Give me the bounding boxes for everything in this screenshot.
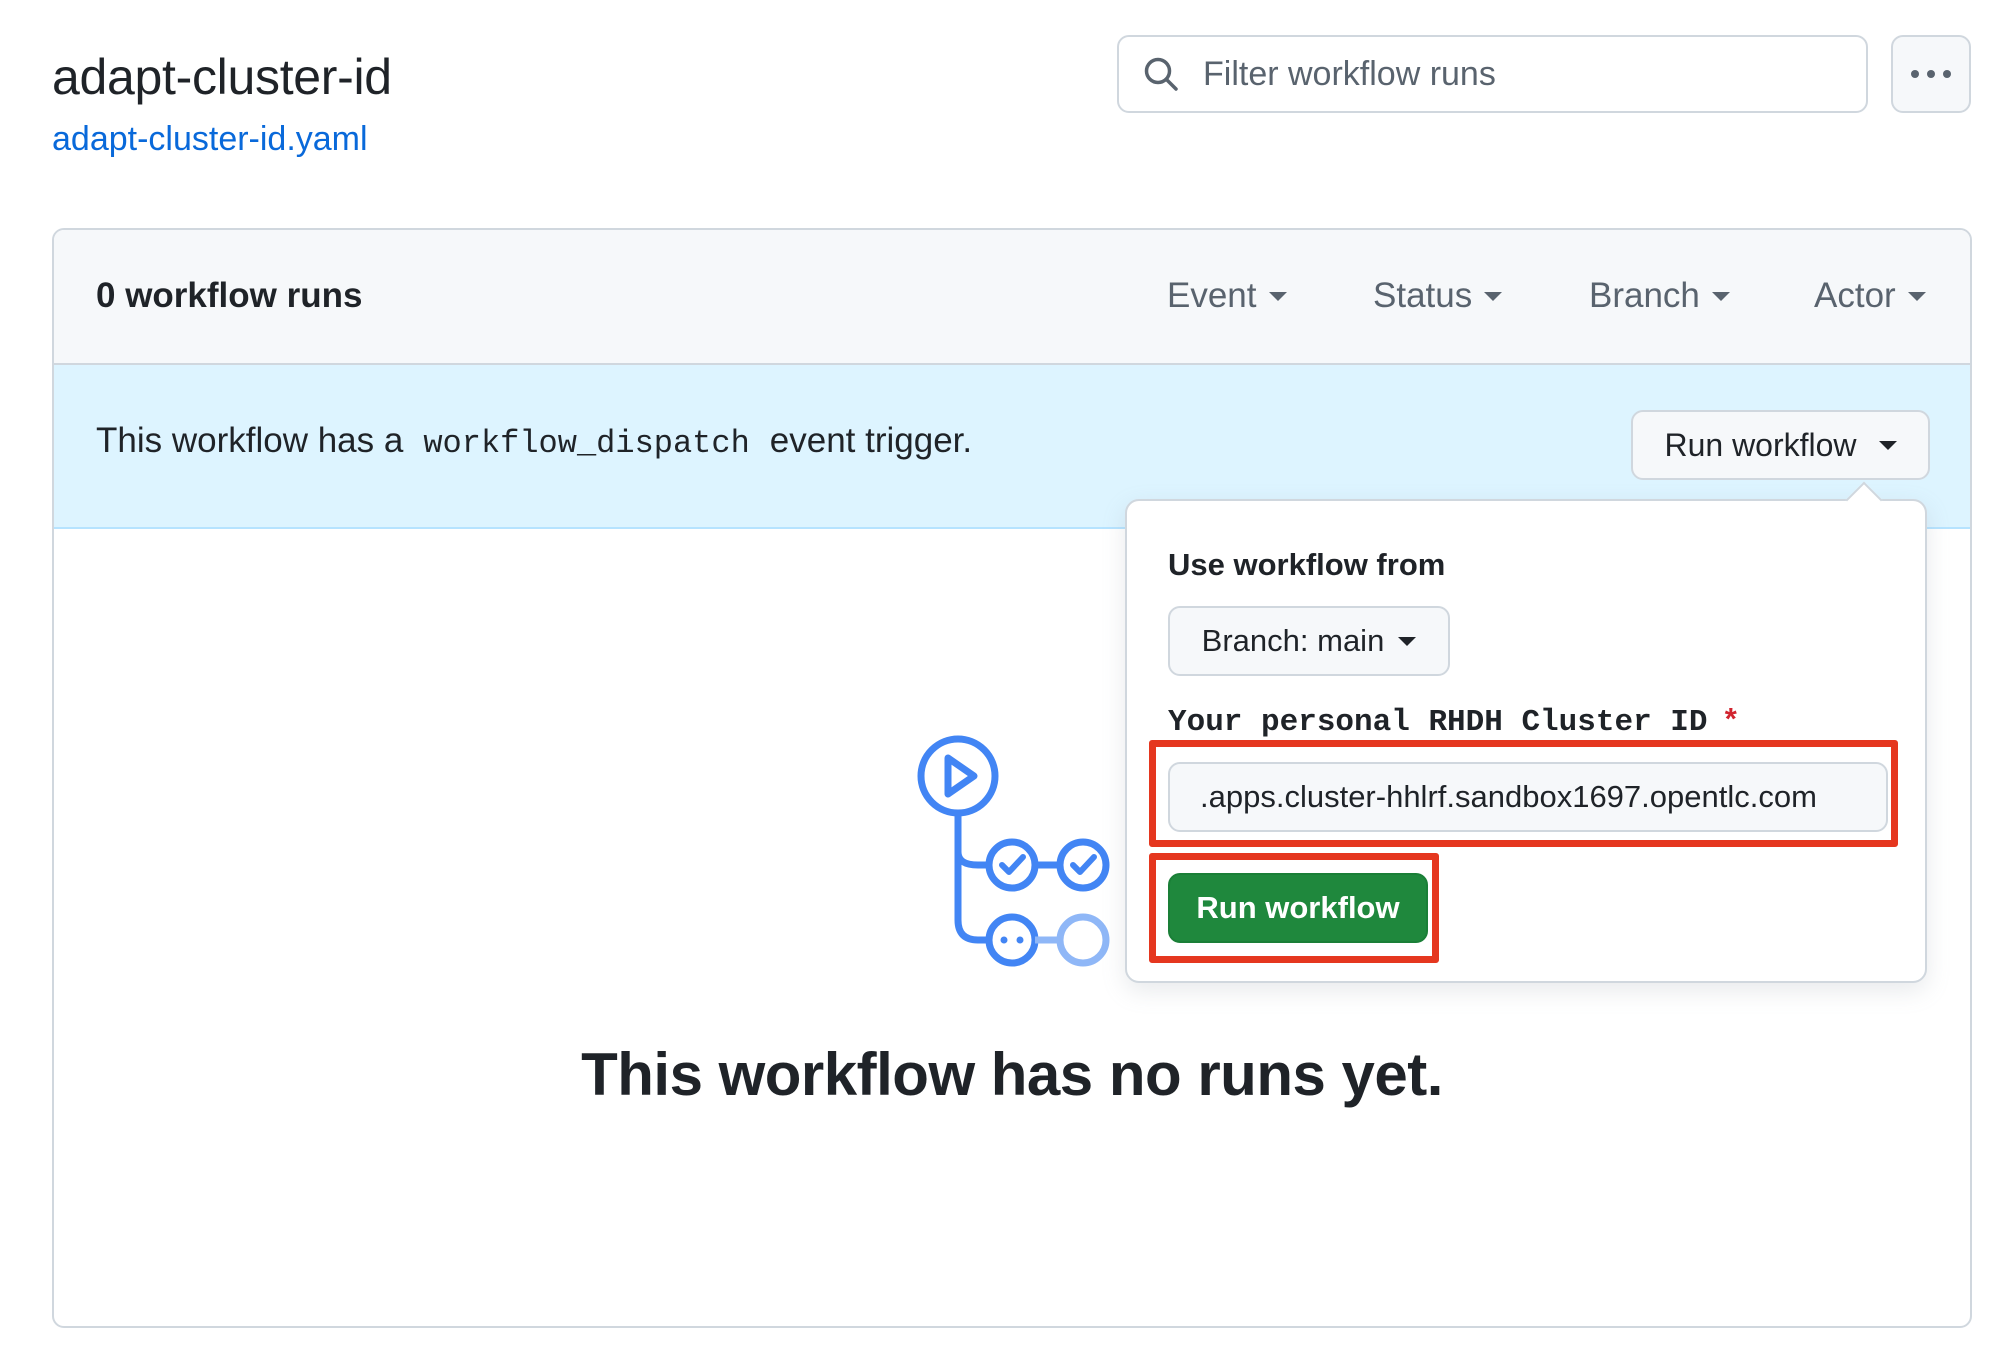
status-filter[interactable]: Status [1373, 276, 1503, 316]
branch-select-button[interactable]: Branch: main [1168, 606, 1450, 676]
more-options-button[interactable] [1891, 35, 1971, 113]
workflow-page: adapt-cluster-id adapt-cluster-id.yaml 0… [0, 0, 2014, 1352]
actor-filter[interactable]: Actor [1814, 276, 1926, 316]
status-filter-label: Status [1373, 276, 1473, 315]
banner-message: This workflow has a workflow_dispatch even… [96, 421, 973, 462]
branch-filter-label: Branch [1589, 276, 1700, 315]
chevron-down-icon [1398, 636, 1417, 646]
search-input[interactable] [1203, 54, 1843, 94]
cluster-id-label: Your personal RHDH Cluster ID * [1168, 705, 1741, 740]
required-asterisk: * [1721, 705, 1741, 740]
kebab-horizontal-icon [1911, 70, 1951, 78]
chevron-down-icon [1268, 291, 1287, 301]
run-workflow-menu-button[interactable]: Run workflow [1631, 410, 1930, 480]
run-workflow-dropdown: Use workflow from Branch: main Your pers… [1125, 481, 1927, 983]
branch-select-label: Branch: main [1201, 623, 1385, 658]
workflow-runs-count: 0 workflow runs [96, 276, 363, 315]
event-filter-label: Event [1167, 276, 1257, 315]
workflow-illustration-icon [917, 735, 1110, 967]
actor-filter-label: Actor [1814, 276, 1896, 315]
workflow-file-link[interactable]: adapt-cluster-id.yaml [52, 120, 368, 159]
cluster-id-input[interactable] [1168, 762, 1888, 832]
search-icon [1144, 57, 1178, 91]
chevron-down-icon [1907, 291, 1926, 301]
use-workflow-from-label: Use workflow from [1168, 547, 1446, 582]
runs-box-header: 0 workflow runs Event Status Branch Acto… [54, 230, 1970, 365]
event-code: workflow_dispatch [423, 425, 750, 462]
run-workflow-submit-button[interactable]: Run workflow [1168, 873, 1428, 943]
run-workflow-menu-label: Run workflow [1664, 426, 1857, 463]
filter-runs-search[interactable] [1117, 35, 1868, 113]
branch-filter[interactable]: Branch [1589, 276, 1730, 316]
event-filter[interactable]: Event [1167, 276, 1287, 316]
chevron-down-icon [1484, 291, 1503, 301]
chevron-down-icon [1711, 291, 1730, 301]
workflow-title: adapt-cluster-id [52, 49, 392, 105]
chevron-down-icon [1878, 440, 1897, 450]
empty-state-title: This workflow has no runs yet. [581, 1041, 1443, 1108]
